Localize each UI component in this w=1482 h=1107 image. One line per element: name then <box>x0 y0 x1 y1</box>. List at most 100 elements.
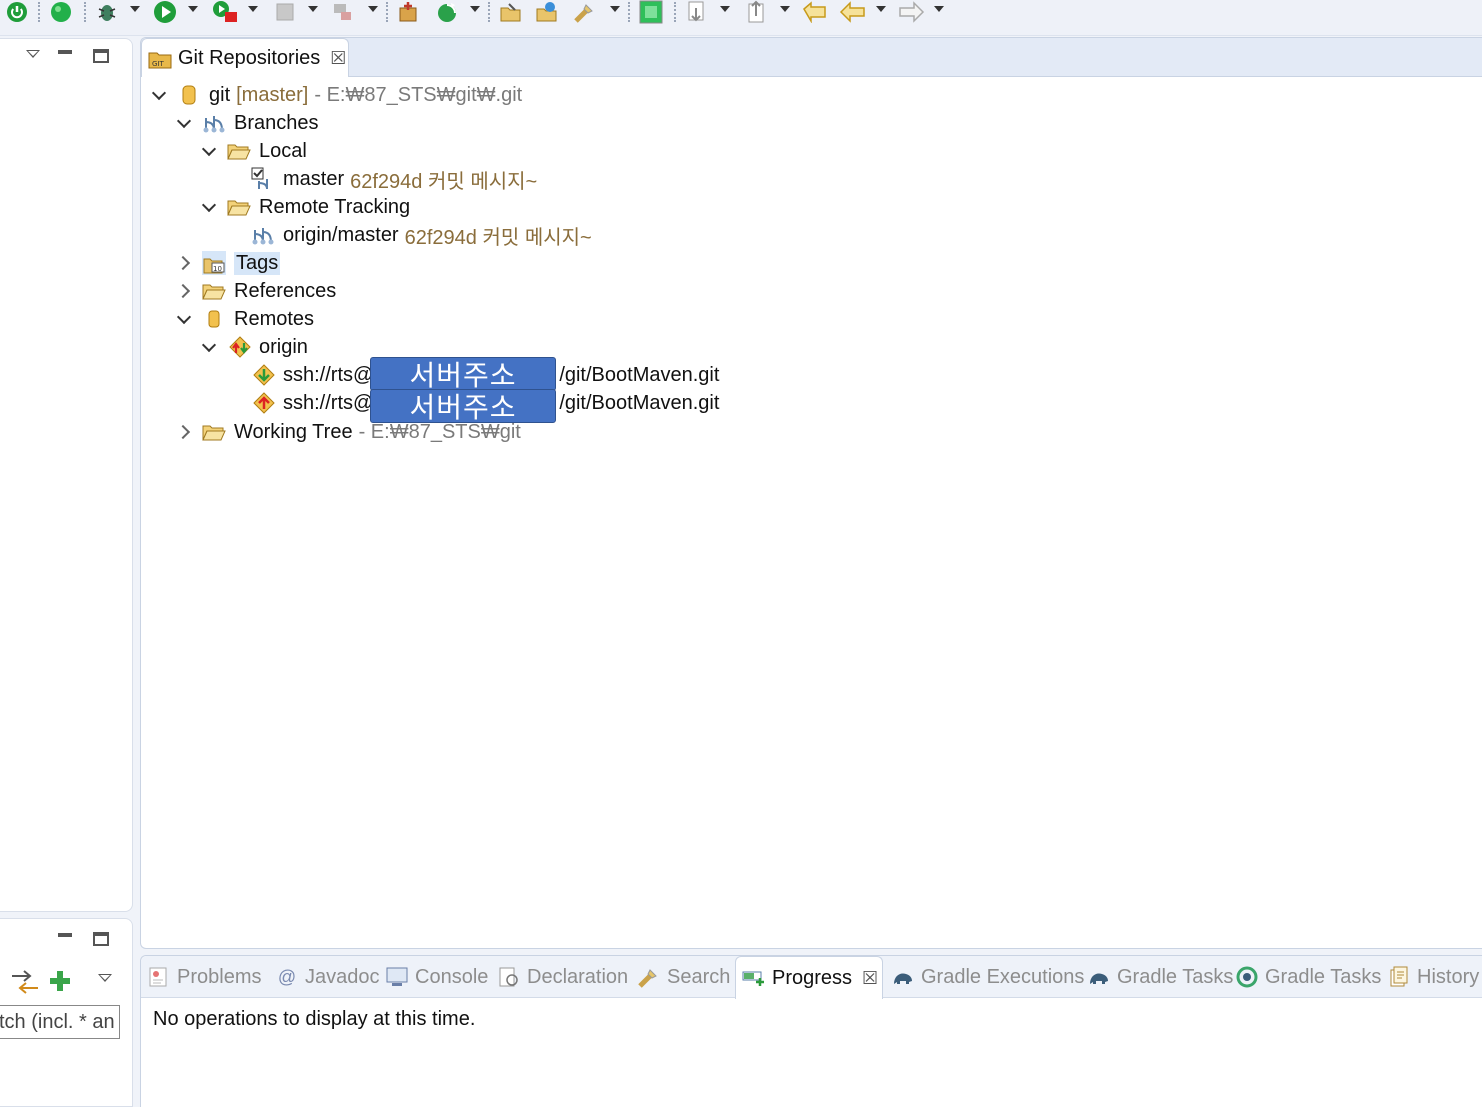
add-plus-icon[interactable] <box>48 969 72 997</box>
maximize-icon[interactable] <box>93 932 109 946</box>
chevron-down-icon[interactable] <box>178 312 192 326</box>
progress-icon <box>742 966 766 990</box>
view-menu-chevron-down-icon[interactable] <box>26 50 40 58</box>
maximize-icon[interactable] <box>93 49 109 63</box>
tree-working-tree[interactable]: Working Tree - E:₩87_STS₩git <box>178 418 521 446</box>
disconnect-icon[interactable] <box>330 0 356 24</box>
power-icon[interactable] <box>4 0 30 24</box>
forward-dropdown[interactable] <box>934 6 944 12</box>
progress-message: No operations to display at this time. <box>153 1008 476 1030</box>
refresh-dropdown[interactable] <box>470 6 480 12</box>
remotes-label: Remotes <box>234 307 315 330</box>
chevron-right-icon[interactable] <box>178 256 192 270</box>
tree-branch-master[interactable]: master 62f294d 커밋 메시지~ <box>227 165 537 193</box>
tab-gradle-tasks[interactable]: Gradle Tasks <box>1087 956 1233 998</box>
prev-annotation-icon[interactable] <box>744 0 770 24</box>
chevron-down-icon[interactable] <box>203 200 217 214</box>
tree-repo-git[interactable]: git [master] - E:₩87_STS₩git₩.git <box>153 81 522 109</box>
branch-icon <box>251 223 275 247</box>
run-server-icon[interactable] <box>210 0 240 24</box>
stop-icon[interactable] <box>272 0 298 24</box>
last-edit-icon[interactable] <box>800 0 830 24</box>
toolbar-separator <box>84 2 86 22</box>
tab-gradle-executions[interactable]: Gradle Executions <box>891 956 1084 998</box>
tab-search[interactable]: Search <box>637 956 730 998</box>
tab-problems[interactable]: Problems <box>147 956 261 998</box>
view-menu-chevron-down-icon[interactable] <box>98 974 112 982</box>
run-icon[interactable] <box>152 0 178 24</box>
tree-remote-tracking[interactable]: Remote Tracking <box>203 193 410 221</box>
next-annotation-icon[interactable] <box>684 0 710 24</box>
minimize-icon[interactable] <box>58 933 72 937</box>
next-annotation-dropdown[interactable] <box>720 6 730 12</box>
tree-remote-origin[interactable]: origin <box>203 333 308 361</box>
tree-references[interactable]: References <box>178 277 336 305</box>
main-toolbar <box>0 0 1482 36</box>
debug-dropdown[interactable] <box>130 6 140 12</box>
tab-gradle-tasks-2[interactable]: Gradle Tasks <box>1235 956 1381 998</box>
working-tree-path: - E:₩87_STS₩git <box>358 420 521 443</box>
chevron-down-icon[interactable] <box>203 144 217 158</box>
refresh-icon[interactable] <box>434 0 460 24</box>
tab-history[interactable]: History <box>1387 956 1479 998</box>
chevron-right-icon[interactable] <box>178 284 192 298</box>
search-dropdown[interactable] <box>610 6 620 12</box>
chevron-right-icon[interactable] <box>178 425 192 439</box>
chevron-down-icon[interactable] <box>203 340 217 354</box>
filter-input[interactable]: tch (incl. * an <box>0 1005 120 1039</box>
open-type-icon[interactable] <box>498 0 524 24</box>
working-tree-label: Working Tree <box>234 420 353 443</box>
chevron-down-icon[interactable] <box>178 116 192 130</box>
console-icon <box>385 965 409 989</box>
tags-label: Tags <box>234 251 281 275</box>
close-icon[interactable]: ☒ <box>330 48 346 69</box>
local-label: Local <box>259 139 307 162</box>
tab-label: Javadoc <box>305 965 380 988</box>
minimize-icon[interactable] <box>58 50 72 54</box>
run-dropdown[interactable] <box>188 6 198 12</box>
new-package-icon[interactable] <box>396 0 422 24</box>
disconnect-dropdown[interactable] <box>368 6 378 12</box>
branch-commit: 62f294d 커밋 메시지~ <box>404 226 592 249</box>
tree-tags[interactable]: 10 Tags <box>178 249 281 277</box>
tab-label: Console <box>415 965 489 988</box>
tree-remotes[interactable]: Remotes <box>178 305 314 333</box>
left-top-panel <box>0 38 133 912</box>
green-circle-icon[interactable] <box>48 0 74 24</box>
terminal-icon[interactable] <box>638 0 664 24</box>
search-torch-icon[interactable] <box>572 0 598 24</box>
open-task-icon[interactable] <box>534 0 560 24</box>
tab-declaration[interactable]: Declaration <box>497 956 628 998</box>
svg-text:GIT: GIT <box>152 60 164 68</box>
tab-console[interactable]: Console <box>385 956 488 998</box>
git-repositories-icon: GIT <box>148 46 172 70</box>
tree-local[interactable]: Local <box>203 137 307 165</box>
git-view-tabbar: GIT Git Repositories ☒ <box>141 38 1482 77</box>
tab-git-repositories[interactable]: GIT Git Repositories ☒ <box>141 38 349 77</box>
back-dropdown[interactable] <box>876 6 886 12</box>
prev-annotation-dropdown[interactable] <box>780 6 790 12</box>
tab-label: Gradle Tasks <box>1265 965 1382 988</box>
back-icon[interactable] <box>838 0 868 24</box>
sync-arrows-icon[interactable] <box>10 969 40 999</box>
repository-icon <box>177 83 201 107</box>
checked-out-branch-icon <box>251 167 275 191</box>
tree-branches[interactable]: Branches <box>178 109 319 137</box>
tree-branch-origin-master[interactable]: origin/master 62f294d 커밋 메시지~ <box>227 221 592 249</box>
forward-icon[interactable] <box>896 0 926 24</box>
gradle-elephant-icon <box>891 965 915 989</box>
tab-javadoc[interactable]: @ Javadoc <box>275 956 380 998</box>
close-icon[interactable]: ☒ <box>862 968 878 989</box>
run-server-dropdown[interactable] <box>248 6 258 12</box>
references-label: References <box>234 279 337 302</box>
debug-bug-icon[interactable] <box>94 0 120 24</box>
tab-label: Gradle Executions <box>921 965 1085 988</box>
remotes-icon <box>202 307 226 331</box>
chevron-down-icon[interactable] <box>153 88 167 102</box>
tab-label: Declaration <box>527 965 629 988</box>
tab-progress[interactable]: Progress ☒ <box>735 956 883 999</box>
stop-dropdown[interactable] <box>308 6 318 12</box>
branch-commit: 62f294d 커밋 메시지~ <box>350 170 538 193</box>
declaration-icon <box>497 965 521 989</box>
left-bottom-panel: tch (incl. * an <box>0 918 133 1107</box>
